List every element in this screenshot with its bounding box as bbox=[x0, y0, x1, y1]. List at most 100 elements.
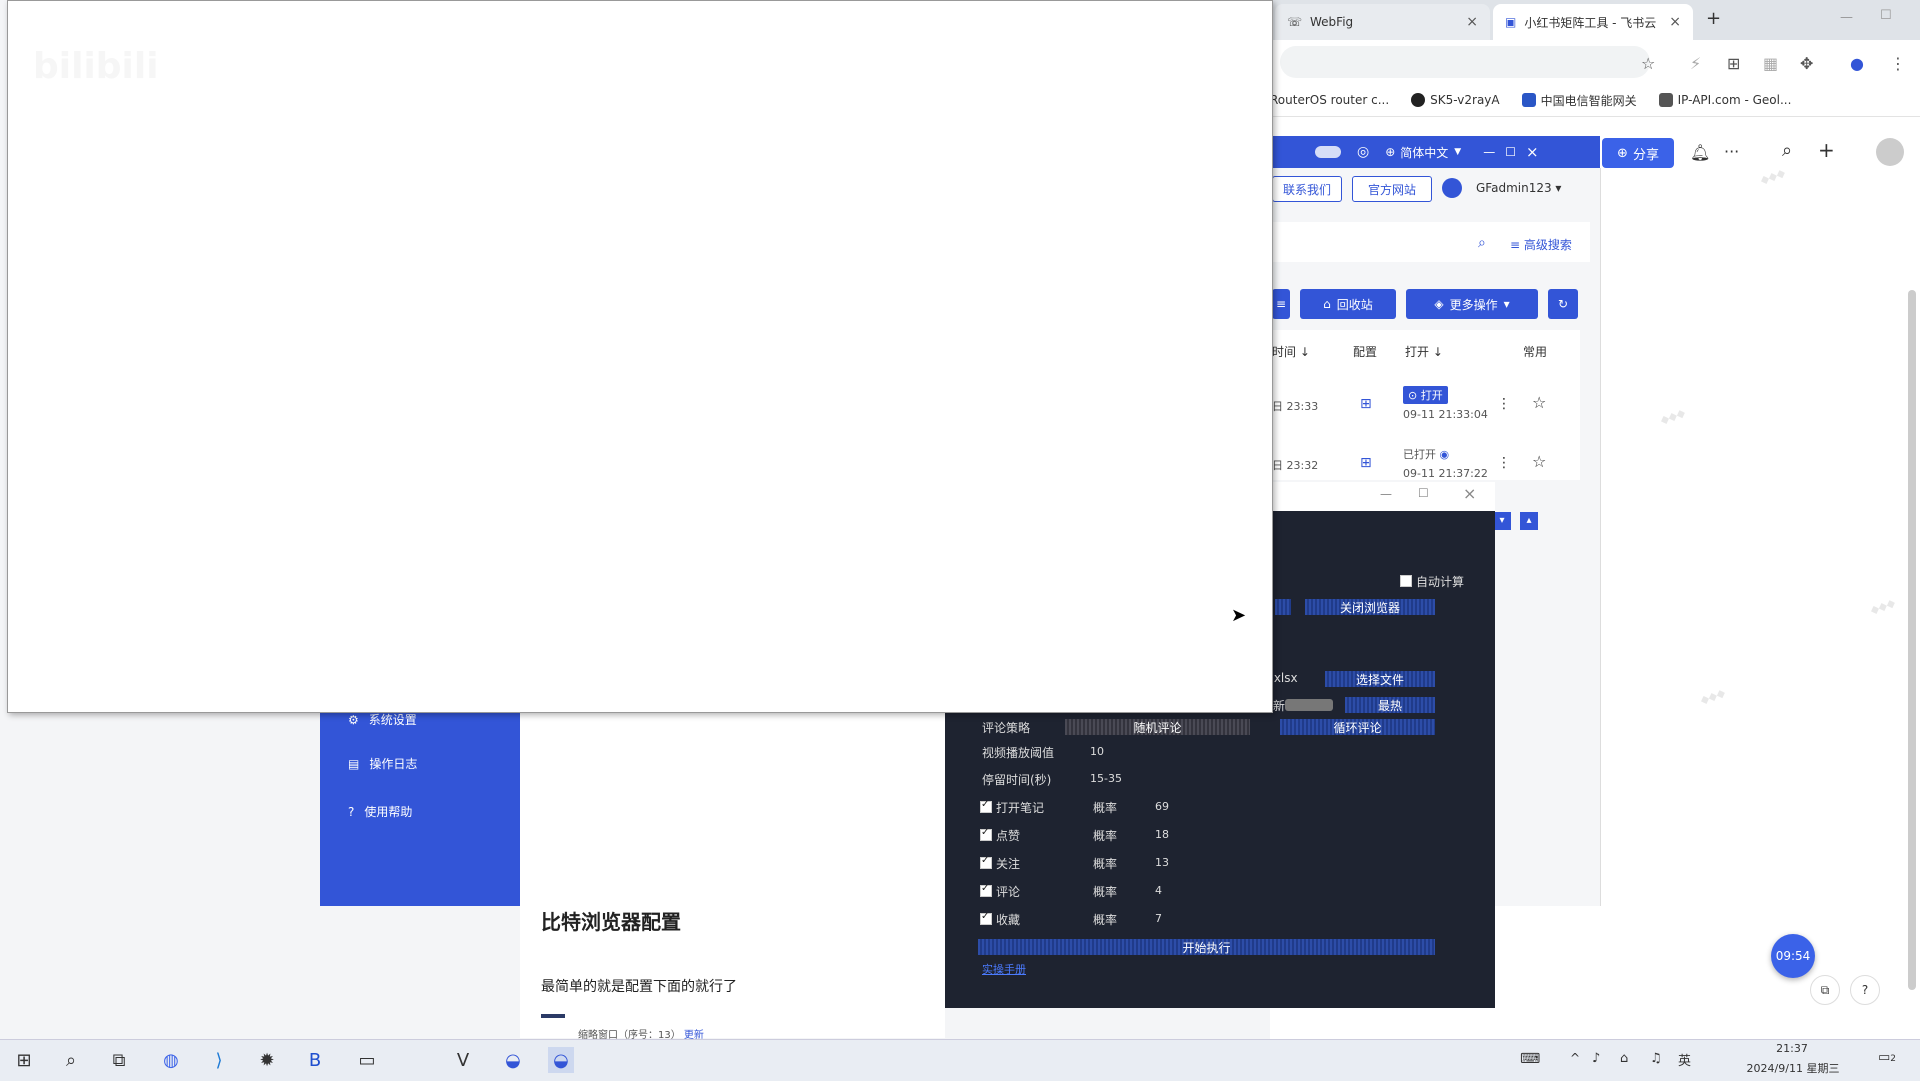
bell-icon[interactable]: 🔔︎ bbox=[1690, 143, 1710, 162]
task-view-icon[interactable]: ⧉ bbox=[106, 1047, 132, 1073]
browser-icon[interactable]: ◍ bbox=[158, 1047, 184, 1073]
copy-icon[interactable]: ⧉ bbox=[1810, 975, 1840, 1005]
advanced-search-link[interactable]: ≡ 高级搜索 bbox=[1510, 236, 1572, 253]
choose-file-button[interactable]: 选择文件 bbox=[1325, 671, 1435, 687]
help-icon[interactable]: ? bbox=[1850, 975, 1880, 1005]
auto-calc-checkbox[interactable]: 自动计算 bbox=[1400, 573, 1464, 590]
checkbox[interactable] bbox=[1400, 575, 1412, 587]
close-icon[interactable]: × bbox=[1463, 484, 1476, 503]
minimize-icon[interactable]: — bbox=[1483, 145, 1495, 159]
refresh-button[interactable]: ↻ bbox=[1548, 289, 1578, 319]
prob-value[interactable]: 69 bbox=[1155, 800, 1169, 813]
more-operations-button[interactable]: ◈ 更多操作 ▾ bbox=[1406, 289, 1538, 319]
sort-new[interactable]: 新 bbox=[1273, 697, 1334, 714]
checkbox[interactable] bbox=[980, 883, 992, 897]
more-icon[interactable]: ⋮ bbox=[1497, 455, 1511, 471]
bookmark-item[interactable]: 中国电信智能网关 bbox=[1521, 92, 1637, 109]
close-icon[interactable]: × bbox=[1466, 14, 1478, 30]
prob-value[interactable]: 7 bbox=[1155, 912, 1162, 925]
nav-item-settings[interactable]: ⚙ 系统设置 bbox=[348, 711, 417, 728]
prob-value[interactable]: 13 bbox=[1155, 856, 1169, 869]
toggle-switch[interactable] bbox=[1315, 146, 1341, 158]
nav-item-help[interactable]: ? 使用帮助 bbox=[348, 803, 412, 820]
rpa-app-active-icon[interactable]: ◒ bbox=[548, 1047, 574, 1073]
close-browser-button[interactable]: 关闭浏览器 bbox=[1305, 599, 1435, 615]
clock-time[interactable]: 21:37 bbox=[1762, 1042, 1822, 1055]
network-icon[interactable]: ⌂ bbox=[1620, 1051, 1628, 1066]
star-icon[interactable]: ☆ bbox=[1641, 54, 1655, 73]
tray-chevron-icon[interactable]: ^ bbox=[1570, 1051, 1580, 1065]
scrollbar[interactable] bbox=[1908, 290, 1916, 990]
contact-button[interactable]: 联系我们 bbox=[1272, 176, 1342, 202]
lightning-icon[interactable]: ⚡ bbox=[1690, 54, 1701, 73]
col-header-time[interactable]: 时间 ↓ bbox=[1272, 343, 1310, 360]
bookmark-item[interactable]: IP-API.com - Geol... bbox=[1658, 93, 1791, 107]
avatar[interactable] bbox=[1876, 138, 1904, 166]
bar-button[interactable] bbox=[1275, 599, 1291, 615]
official-site-button[interactable]: 官方网站 bbox=[1352, 176, 1432, 202]
bookmark-item[interactable]: RouterOS router c... bbox=[1270, 93, 1389, 107]
search-icon[interactable]: ⌕ bbox=[58, 1047, 84, 1073]
new-tab-icon[interactable]: + bbox=[1706, 8, 1721, 29]
menu-icon[interactable]: ⋮ bbox=[1890, 54, 1906, 73]
video-threshold-value[interactable]: 10 bbox=[1090, 745, 1104, 758]
floating-timer[interactable]: 09:54 bbox=[1771, 934, 1815, 978]
expand-button[interactable]: ▴ bbox=[1520, 512, 1538, 530]
tab-xiaohongshu[interactable]: ▣ 小红书矩阵工具 - 飞书云 × bbox=[1493, 4, 1693, 40]
manual-link[interactable]: 实操手册 bbox=[982, 961, 1026, 977]
checkbox[interactable] bbox=[980, 911, 992, 925]
checkbox[interactable] bbox=[980, 827, 992, 841]
settings-app-icon[interactable]: ✹ bbox=[254, 1047, 280, 1073]
tab-webfig[interactable]: ☏ WebFig × bbox=[1275, 4, 1490, 40]
random-comment-button[interactable]: 随机评论 bbox=[1065, 719, 1250, 735]
col-header-open[interactable]: 打开 ↓ bbox=[1405, 343, 1443, 360]
more-icon[interactable]: ··· bbox=[1724, 142, 1739, 161]
minimize-icon[interactable]: — bbox=[1380, 487, 1392, 501]
close-icon[interactable]: × bbox=[1526, 143, 1539, 161]
maximize-icon[interactable]: ☐ bbox=[1505, 145, 1516, 159]
action-collect[interactable]: 收藏 bbox=[980, 911, 1020, 928]
puzzle-icon[interactable]: ✥ bbox=[1800, 54, 1813, 73]
maximize-icon[interactable]: ☐ bbox=[1880, 8, 1892, 23]
start-button[interactable]: 开始执行 bbox=[978, 939, 1435, 955]
profile-icon[interactable]: ● bbox=[1850, 54, 1864, 73]
windows-start-icon[interactable]: ⊞ bbox=[11, 1047, 37, 1073]
maximize-icon[interactable]: ☐ bbox=[1418, 486, 1429, 500]
ime-lang[interactable]: 英 bbox=[1678, 1050, 1691, 1069]
checkbox[interactable] bbox=[980, 855, 992, 869]
search-icon[interactable]: ⌕ bbox=[1782, 140, 1792, 161]
checkbox[interactable] bbox=[980, 799, 992, 813]
address-bar[interactable] bbox=[1280, 46, 1650, 78]
app-icon[interactable]: V bbox=[450, 1047, 476, 1073]
language-select[interactable]: 简体中文 bbox=[1400, 144, 1448, 161]
mic-icon[interactable]: ♪ bbox=[1592, 1051, 1600, 1066]
bookmark-item[interactable]: SK5-v2rayA bbox=[1411, 93, 1500, 107]
prob-value[interactable]: 18 bbox=[1155, 828, 1169, 841]
star-icon[interactable]: ☆ bbox=[1532, 393, 1546, 412]
file-explorer-icon[interactable]: ▭ bbox=[354, 1047, 380, 1073]
keyboard-icon[interactable]: ⌨ bbox=[1520, 1051, 1540, 1067]
list-view-button[interactable]: ≡ bbox=[1272, 289, 1290, 319]
more-icon[interactable]: ⋮ bbox=[1497, 396, 1511, 412]
username[interactable]: GFadmin123 ▾ bbox=[1476, 181, 1561, 195]
recycle-bin-button[interactable]: ⌂ 回收站 bbox=[1300, 289, 1396, 319]
search-icon[interactable]: ⌕ bbox=[1478, 235, 1486, 251]
close-icon[interactable]: × bbox=[1669, 14, 1681, 30]
sort-hot-button[interactable]: 最热 bbox=[1345, 697, 1435, 713]
clock-date[interactable]: 2024/9/11 星期三 bbox=[1728, 1060, 1858, 1076]
star-icon[interactable]: ☆ bbox=[1532, 452, 1546, 471]
blank-window[interactable]: bilibili bbox=[7, 0, 1273, 713]
action-comment[interactable]: 评论 bbox=[980, 883, 1020, 900]
loop-comment-button[interactable]: 循环评论 bbox=[1280, 719, 1435, 735]
action-open-note[interactable]: 打开笔记 bbox=[980, 799, 1044, 816]
minimize-icon[interactable]: — bbox=[1840, 10, 1853, 25]
share-button[interactable]: ⊕ 分享 bbox=[1602, 138, 1674, 168]
volume-icon[interactable]: ♫ bbox=[1650, 1051, 1662, 1066]
vscode-icon[interactable]: ⟩ bbox=[206, 1047, 232, 1073]
open-button[interactable]: ⊙ 打开 bbox=[1403, 386, 1448, 404]
nav-item-log[interactable]: ▤ 操作日志 bbox=[348, 755, 417, 772]
rpa-app-icon[interactable]: ◒ bbox=[500, 1047, 526, 1073]
action-like[interactable]: 点赞 bbox=[980, 827, 1020, 844]
notification-icon[interactable]: ▭2 bbox=[1878, 1050, 1896, 1065]
bit-browser-icon[interactable]: B bbox=[302, 1047, 328, 1073]
